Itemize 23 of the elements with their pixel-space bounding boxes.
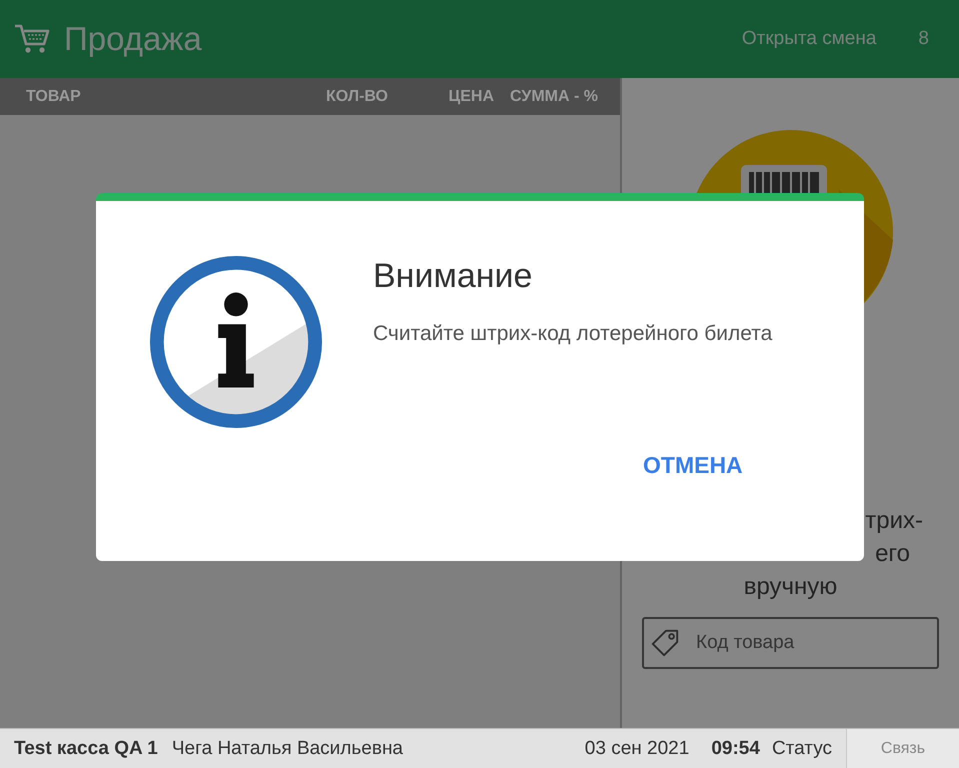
time-text: 09:54 — [711, 738, 760, 760]
register-name: Test касса QA 1 — [14, 738, 158, 760]
column-header: СУММА - % — [510, 88, 598, 106]
cart-icon — [14, 23, 50, 55]
scan-hint: его — [875, 539, 910, 569]
scan-hint: трих- — [865, 506, 923, 536]
screen-title: Продажа — [64, 20, 202, 58]
cashier-name: Чега Наталья Васильевна — [172, 738, 404, 760]
cancel-button[interactable]: ОТМЕНА — [635, 446, 751, 485]
product-code-field[interactable]: Код товара — [642, 617, 939, 669]
column-header: ЦЕНА — [448, 88, 494, 106]
info-icon — [147, 253, 325, 431]
date-text: 03 сен 2021 — [584, 738, 690, 760]
tag-icon — [650, 628, 680, 658]
dialog-message: Считайте штрих-код лотерейного билета — [373, 322, 772, 346]
dialog-title: Внимание — [373, 257, 534, 296]
column-header: КОЛ-ВО — [326, 88, 388, 106]
status-text: Статус — [772, 738, 832, 760]
column-header: ТОВАР — [26, 88, 81, 106]
shift-number: 8 — [918, 28, 929, 50]
scan-hint: вручную — [744, 572, 838, 602]
connection-button[interactable]: Связь — [846, 729, 959, 768]
shift-status: Открыта смена — [742, 28, 876, 50]
